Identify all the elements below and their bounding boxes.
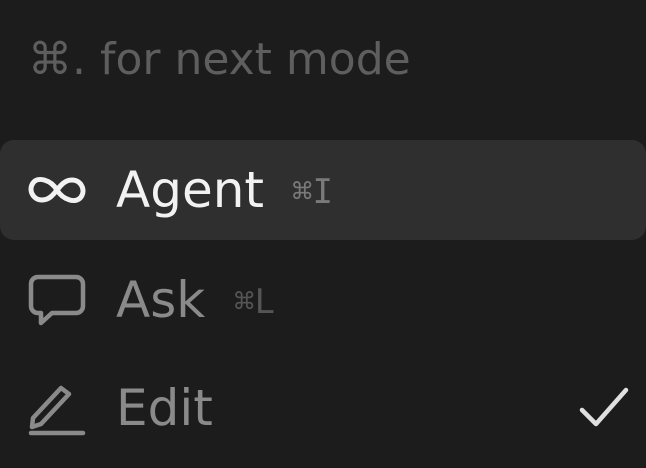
mode-item-edit[interactable]: Edit (0, 358, 646, 458)
mode-item-agent[interactable]: Agent ⌘I (0, 140, 646, 240)
mode-label-ask: Ask (116, 271, 206, 329)
pencil-icon (26, 380, 88, 436)
mode-label-agent: Agent (116, 161, 264, 219)
shortcut-ask: ⌘L (234, 282, 275, 322)
mode-menu: ⌘. for next mode Agent ⌘I Ask ⌘L Edit (0, 0, 646, 468)
chat-bubble-icon (26, 272, 88, 328)
shortcut-agent: ⌘I (292, 172, 333, 212)
infinity-icon (26, 162, 88, 218)
mode-label-edit: Edit (116, 379, 213, 437)
checkmark-icon (578, 384, 630, 432)
mode-item-ask[interactable]: Ask ⌘L (0, 250, 646, 350)
next-mode-hint: ⌘. for next mode (28, 34, 411, 85)
